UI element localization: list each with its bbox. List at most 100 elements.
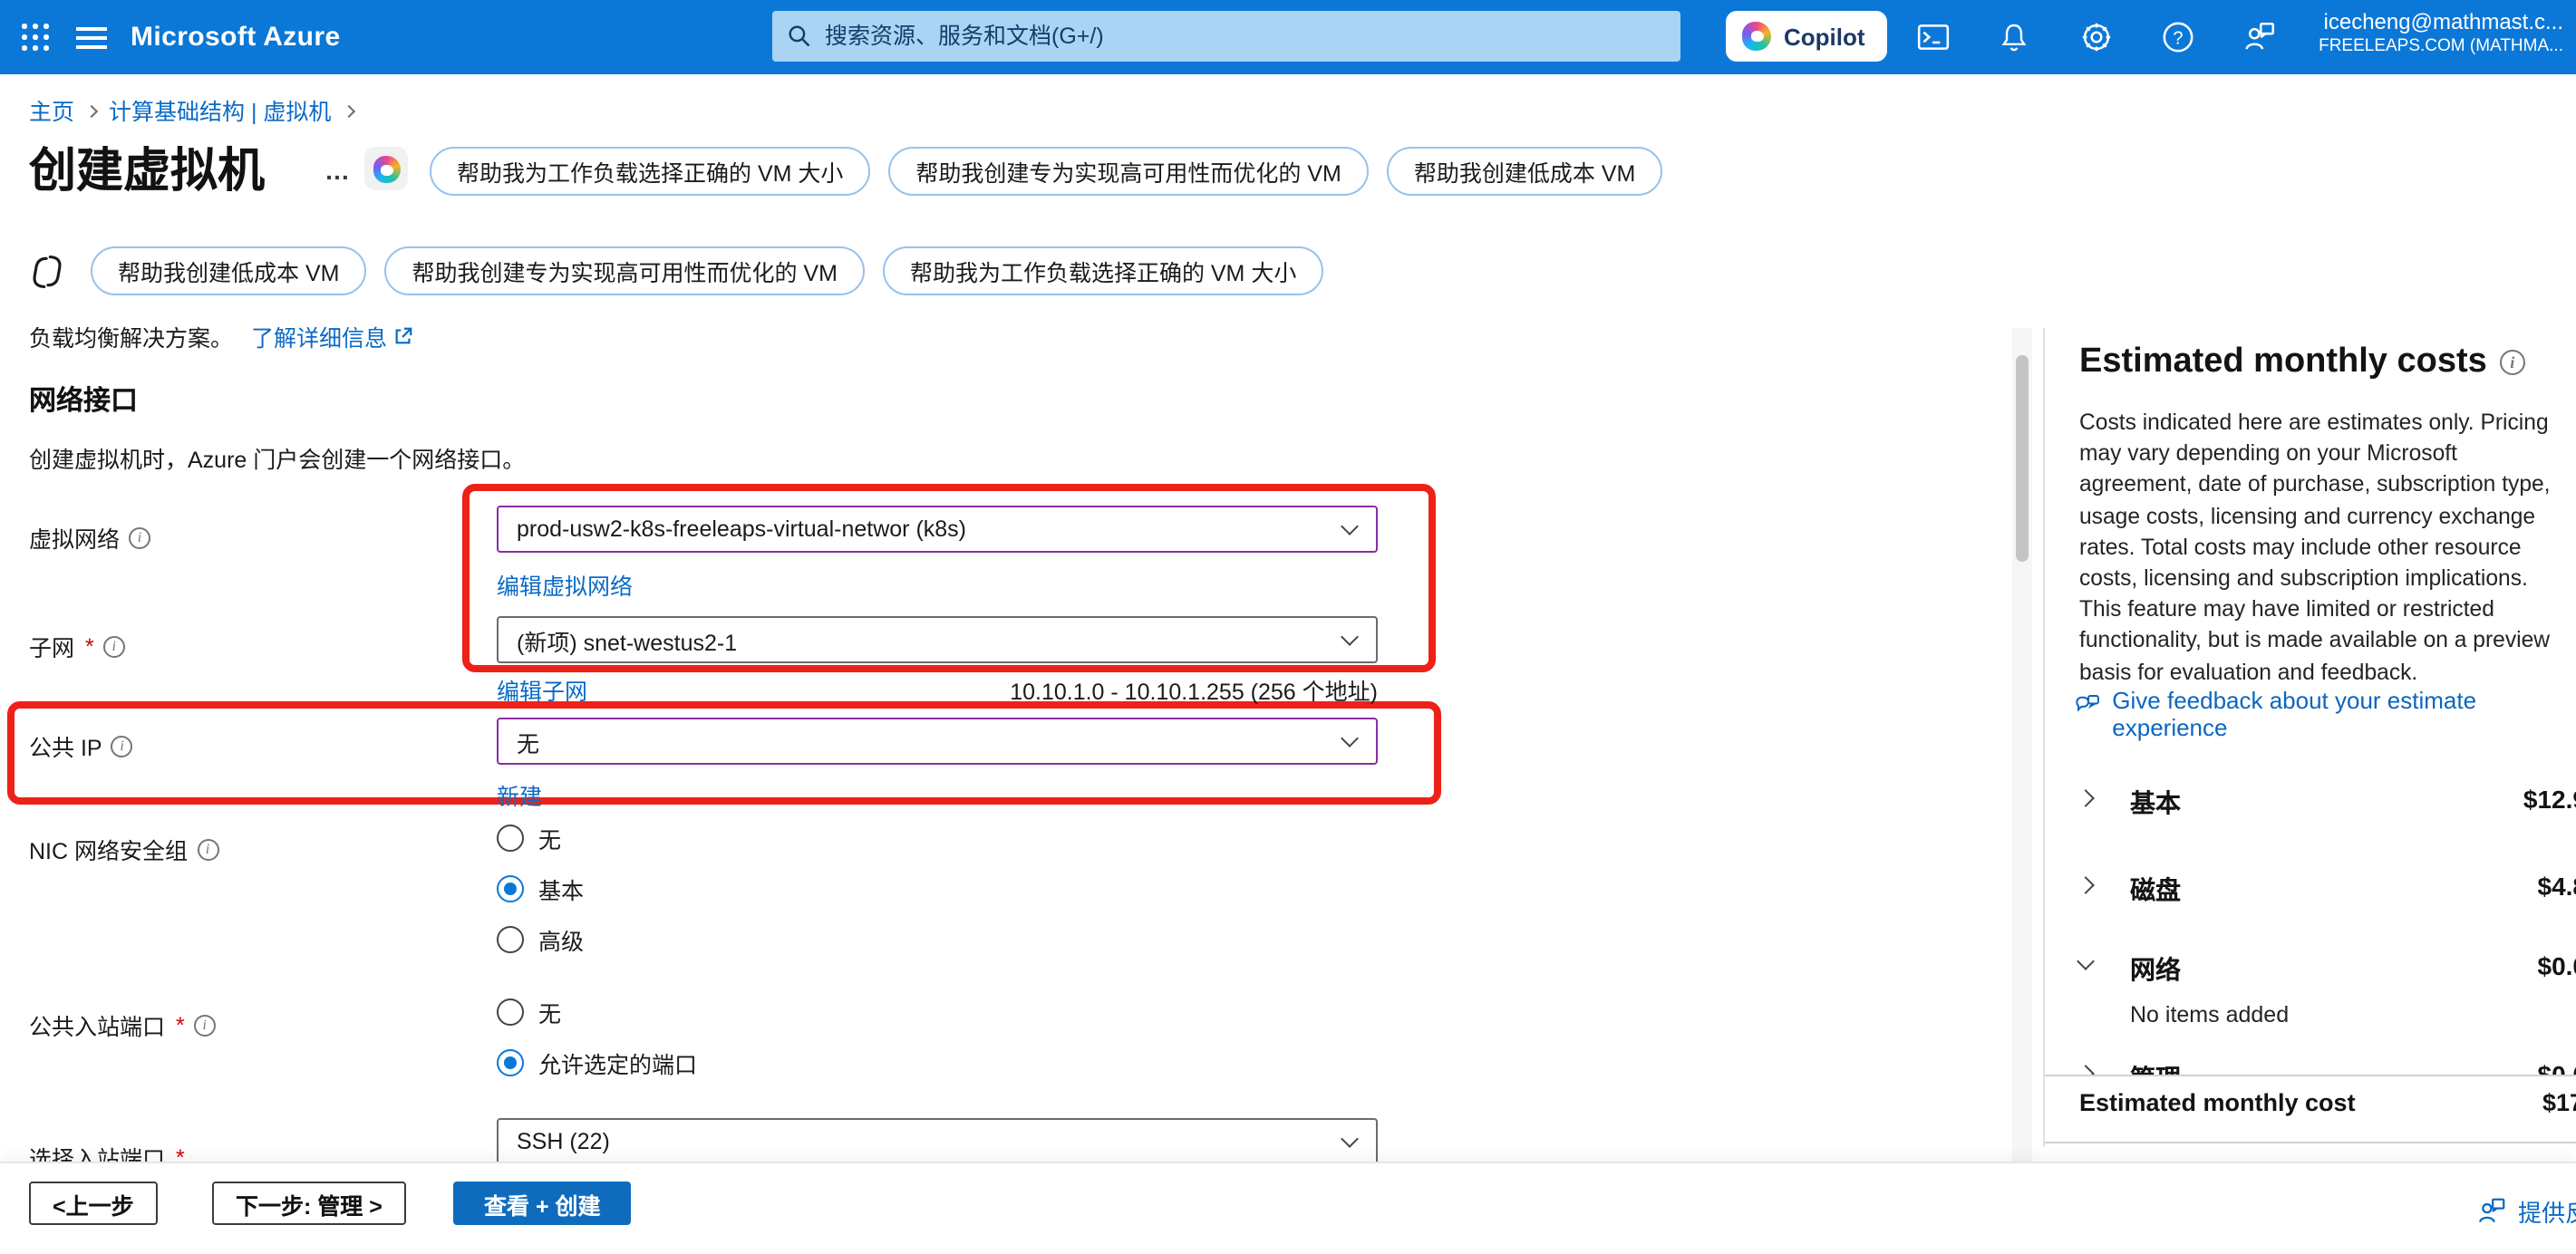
public-ip-dropdown[interactable]: 无 bbox=[497, 718, 1378, 765]
chevron-down-icon bbox=[1341, 628, 1359, 646]
azure-portal-page: Microsoft Azure Copilot bbox=[0, 0, 2576, 1254]
scrollbar-thumb[interactable] bbox=[2016, 355, 2029, 562]
chevron-right-icon[interactable] bbox=[2077, 789, 2095, 807]
select-inbound-ports-dropdown[interactable]: SSH (22) bbox=[497, 1118, 1378, 1165]
info-icon[interactable]: i bbox=[197, 838, 218, 860]
nic-nsg-option-advanced[interactable]: 高级 bbox=[497, 922, 584, 957]
create-new-public-ip-link[interactable]: 新建 bbox=[497, 777, 542, 812]
cost-row-amount: $0.0 bbox=[2538, 1060, 2576, 1075]
feedback-person-icon[interactable] bbox=[2241, 19, 2277, 55]
learn-more-label: 了解详细信息 bbox=[251, 319, 387, 353]
suggestion-pill-vm-size[interactable]: 帮助我为工作负载选择正确的 VM 大小 bbox=[883, 246, 1323, 295]
chevron-right-icon bbox=[85, 104, 98, 117]
virtual-network-value: prod-usw2-k8s-freeleaps-virtual-networ (… bbox=[517, 516, 966, 542]
radio-label: 无 bbox=[538, 995, 561, 1029]
chevron-right-icon[interactable] bbox=[2077, 1065, 2095, 1075]
section-description: 创建虚拟机时，Azure 门户会创建一个网络接口。 bbox=[29, 440, 525, 475]
next-step-button[interactable]: 下一步: 管理 > bbox=[212, 1182, 406, 1225]
notifications-bell-icon[interactable] bbox=[1996, 19, 2032, 55]
subnet-dropdown[interactable]: (新项) snet-westus2-1 bbox=[497, 616, 1378, 663]
breadcrumb-home[interactable]: 主页 bbox=[29, 92, 74, 127]
footer-feedback-link[interactable]: 提供反馈 bbox=[2476, 1194, 2576, 1229]
info-icon[interactable]: i bbox=[103, 635, 125, 657]
info-icon[interactable]: i bbox=[2500, 350, 2525, 375]
section-heading-network-interface: 网络接口 bbox=[29, 381, 138, 419]
svg-text:?: ? bbox=[2172, 29, 2182, 49]
public-ip-value: 无 bbox=[517, 724, 539, 758]
more-actions-button[interactable]: … bbox=[324, 156, 352, 185]
radio-icon bbox=[497, 998, 524, 1026]
help-icon[interactable]: ? bbox=[2159, 19, 2195, 55]
external-link-icon bbox=[392, 326, 412, 346]
radio-icon bbox=[497, 825, 524, 852]
menu-icon[interactable] bbox=[76, 27, 107, 55]
subnet-address-range: 10.10.1.0 - 10.10.1.255 (256 个地址) bbox=[798, 672, 1378, 707]
inbound-ports-value: SSH (22) bbox=[517, 1129, 610, 1154]
cost-row-amount: $4.8 bbox=[2538, 872, 2576, 901]
cost-row-label: 基本 bbox=[2130, 785, 2181, 821]
info-icon[interactable]: i bbox=[194, 1014, 216, 1036]
info-icon[interactable]: i bbox=[129, 526, 150, 548]
virtual-network-dropdown[interactable]: prod-usw2-k8s-freeleaps-virtual-networ (… bbox=[497, 506, 1378, 553]
copilot-suggestions-button[interactable] bbox=[364, 147, 408, 190]
suggestion-pill-low-cost[interactable]: 帮助我创建低成本 VM bbox=[1387, 147, 1662, 196]
required-asterisk: * bbox=[176, 1012, 185, 1037]
subnet-value: (新项) snet-westus2-1 bbox=[517, 622, 737, 657]
public-inbound-ports-label: 公共入站端口 * i bbox=[29, 1008, 216, 1042]
search-icon bbox=[787, 24, 812, 49]
cost-row-disks[interactable]: 磁盘 $4.8 bbox=[2045, 870, 2576, 906]
estimate-feedback-label: Give feedback about your estimate experi… bbox=[2112, 687, 2545, 741]
global-search[interactable] bbox=[772, 11, 1680, 62]
breadcrumb-virtual-machines[interactable]: 计算基础结构 | 虚拟机 bbox=[109, 92, 331, 127]
learn-more-link[interactable]: 了解详细信息 bbox=[251, 319, 412, 353]
radio-label: 高级 bbox=[538, 922, 584, 957]
page-title: 创建虚拟机 bbox=[29, 134, 265, 201]
virtual-network-label: 虚拟网络 i bbox=[29, 520, 150, 555]
cost-row-management[interactable]: 管理 $0.0 bbox=[2045, 1058, 2576, 1075]
app-launcher-icon[interactable] bbox=[22, 24, 49, 51]
chevron-down-icon bbox=[1341, 729, 1359, 748]
suggestion-pill-low-cost[interactable]: 帮助我创建低成本 VM bbox=[91, 246, 366, 295]
settings-gear-icon[interactable] bbox=[2077, 19, 2114, 55]
clipped-text: 负载均衡解决方案。 bbox=[29, 319, 233, 353]
edit-subnet-link[interactable]: 编辑子网 bbox=[497, 672, 587, 707]
search-input[interactable] bbox=[825, 24, 1666, 49]
cost-row-basics[interactable]: 基本 $12.9 bbox=[2045, 783, 2576, 819]
subnet-label: 子网 * i bbox=[29, 629, 125, 663]
cost-row-label: 管理 bbox=[2130, 1060, 2181, 1075]
copilot-logo-icon bbox=[1742, 22, 1771, 51]
cost-row-networking[interactable]: 网络 $0.0 bbox=[2045, 950, 2576, 986]
info-icon[interactable]: i bbox=[111, 735, 133, 757]
nic-nsg-option-basic[interactable]: 基本 bbox=[497, 872, 584, 906]
clipped-cost-row-wrapper: 管理 $0.0 bbox=[2045, 1058, 2576, 1075]
feedback-person-icon bbox=[2476, 1196, 2507, 1227]
suggestion-pill-vm-size[interactable]: 帮助我为工作负载选择正确的 VM 大小 bbox=[430, 147, 870, 196]
chevron-right-icon[interactable] bbox=[2077, 876, 2095, 894]
radio-label: 无 bbox=[538, 821, 561, 855]
cost-row-label: 磁盘 bbox=[2130, 872, 2181, 908]
account-directory: FREELEAPS.COM (MATHMA... bbox=[2319, 36, 2563, 58]
radio-selected-icon bbox=[497, 875, 524, 902]
chevron-down-icon[interactable] bbox=[2077, 952, 2095, 970]
divider bbox=[2045, 1075, 2576, 1076]
edit-virtual-network-link[interactable]: 编辑虚拟网络 bbox=[497, 567, 633, 602]
estimate-feedback-link[interactable]: Give feedback about your estimate experi… bbox=[2074, 687, 2545, 741]
suggestion-pill-high-availability[interactable]: 帮助我创建专为实现高可用性而优化的 VM bbox=[384, 246, 864, 295]
suggestion-pill-high-availability[interactable]: 帮助我创建专为实现高可用性而优化的 VM bbox=[888, 147, 1368, 196]
account-menu[interactable]: icecheng@mathmast.c... FREELEAPS.COM (MA… bbox=[2319, 9, 2563, 58]
wizard-footer: <上一步 下一步: 管理 > 查看 + 创建 提供反馈 bbox=[0, 1162, 2576, 1254]
cloud-shell-icon[interactable] bbox=[1914, 19, 1951, 55]
nic-nsg-option-none[interactable]: 无 bbox=[497, 821, 561, 855]
no-items-added-text: No items added bbox=[2130, 1002, 2289, 1027]
copilot-suggestions-top: 帮助我为工作负载选择正确的 VM 大小 帮助我创建专为实现高可用性而优化的 VM… bbox=[430, 147, 1662, 196]
review-create-button[interactable]: 查看 + 创建 bbox=[453, 1182, 632, 1225]
nic-nsg-label: NIC 网络安全组 i bbox=[29, 832, 218, 866]
inbound-ports-option-allow-selected[interactable]: 允许选定的端口 bbox=[497, 1046, 697, 1080]
total-cost-label: Estimated monthly cost bbox=[2079, 1089, 2356, 1116]
chevron-down-icon bbox=[1341, 1130, 1359, 1148]
inbound-ports-option-none[interactable]: 无 bbox=[497, 995, 561, 1029]
divider bbox=[2045, 1142, 2576, 1143]
required-asterisk: * bbox=[85, 633, 94, 659]
copilot-button[interactable]: Copilot bbox=[1726, 11, 1887, 62]
previous-step-button[interactable]: <上一步 bbox=[29, 1182, 158, 1225]
